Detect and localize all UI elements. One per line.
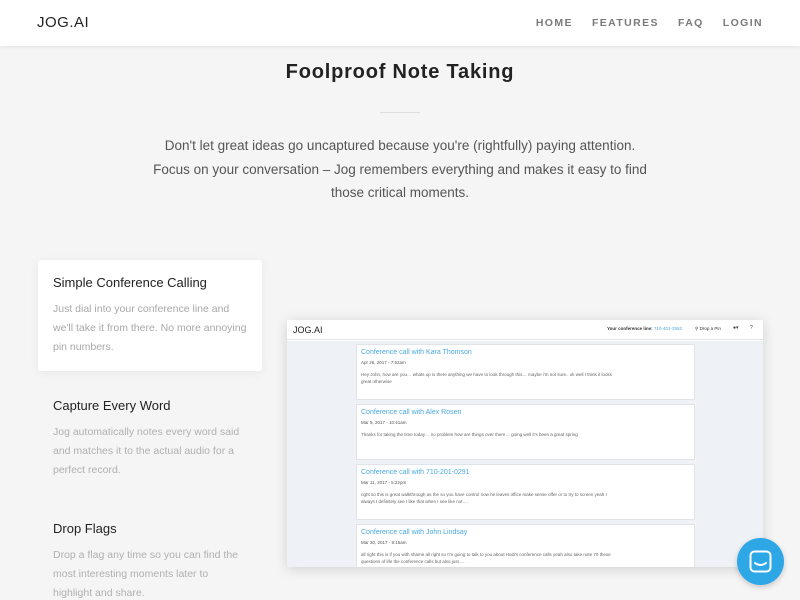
nav-features-link[interactable]: FEATURES (592, 17, 659, 29)
call-card: Conference call with 710-201-0291 Mar 11… (356, 464, 695, 520)
site-logo[interactable]: JOG.AI (37, 14, 89, 31)
call-date: Apr 26, 2017 - 7:52am (361, 360, 406, 365)
conference-line-label: Your conference line: (607, 326, 653, 331)
feature-title: Capture Every Word (53, 398, 171, 413)
call-card: Conference call with Alex Rosen Mar 5, 2… (356, 404, 695, 460)
conference-line-number: 710-401-2552 (653, 326, 682, 331)
drop-pin-label: Drop a Pin (699, 326, 721, 331)
chat-launcher-button[interactable] (737, 538, 784, 585)
mockup-logo: JOG.AI (293, 325, 323, 335)
section-intro: Don't let great ideas go uncaptured beca… (153, 138, 647, 200)
call-title: Conference call with 710-201-0291 (361, 469, 470, 476)
feature-capture-every-word[interactable]: Capture Every Word Jog automatically not… (38, 383, 262, 494)
feature-text: Just dial into your conference line and … (53, 303, 247, 353)
call-card: Conference call with John Lindsay Mar 30… (356, 524, 695, 567)
title-divider (380, 112, 420, 113)
call-card: Conference call with Kara Thomson Apr 26… (356, 344, 695, 400)
feature-text: Jog automatically notes every word said … (53, 426, 240, 476)
call-snippet: right so this is great walkthrough as th… (361, 492, 607, 504)
call-snippet: Hey John, how are you… whats up is there… (361, 372, 612, 384)
feature-drop-flags[interactable]: Drop Flags Drop a flag any time so you c… (38, 506, 262, 600)
call-date: Mar 5, 2017 - 10:41am (361, 420, 407, 425)
call-snippet: Thanks for taking the time today… no pro… (361, 432, 578, 437)
call-date: Mar 30, 2017 - 9:15am (361, 540, 407, 545)
app-screenshot-mockup: JOG.AI Your conference line: 710-401-255… (287, 320, 763, 567)
call-date: Mar 11, 2017 - 5:22pm (361, 480, 407, 485)
mockup-drop-pin-button: ⚲ Drop a Pin (695, 326, 721, 332)
nav-login-link[interactable]: LOGIN (723, 17, 763, 29)
call-title: Conference call with Alex Rosen (361, 409, 462, 416)
top-navbar: JOG.AI HOME FEATURES FAQ LOGIN (0, 0, 800, 46)
call-title: Conference call with Kara Thomson (361, 349, 472, 356)
chevron-down-icon: ▾ (736, 325, 739, 331)
main-nav: HOME FEATURES FAQ LOGIN (536, 17, 763, 29)
pin-icon: ⚲ (695, 326, 699, 331)
feature-conference-calling[interactable]: Simple Conference Calling Just dial into… (38, 260, 262, 372)
chat-icon (749, 550, 772, 573)
call-snippet: all right this is if you with shame all … (361, 552, 611, 564)
feature-title: Simple Conference Calling (53, 275, 207, 290)
call-title: Conference call with John Lindsay (361, 529, 468, 536)
mockup-topbar: JOG.AI Your conference line: 710-401-255… (287, 320, 763, 340)
mockup-user-menu: ●▾ (733, 325, 739, 331)
mockup-help-icon: ? (750, 325, 753, 331)
section-title: Foolproof Note Taking (285, 61, 515, 83)
mockup-conference-line: Your conference line: 710-401-2552 (607, 326, 682, 331)
nav-faq-link[interactable]: FAQ (678, 17, 704, 29)
nav-home-link[interactable]: HOME (536, 17, 573, 29)
mockup-call-list: Conference call with Kara Thomson Apr 26… (287, 341, 763, 567)
feature-title: Drop Flags (53, 521, 117, 536)
feature-text: Drop a flag any time so you can find the… (53, 549, 239, 599)
